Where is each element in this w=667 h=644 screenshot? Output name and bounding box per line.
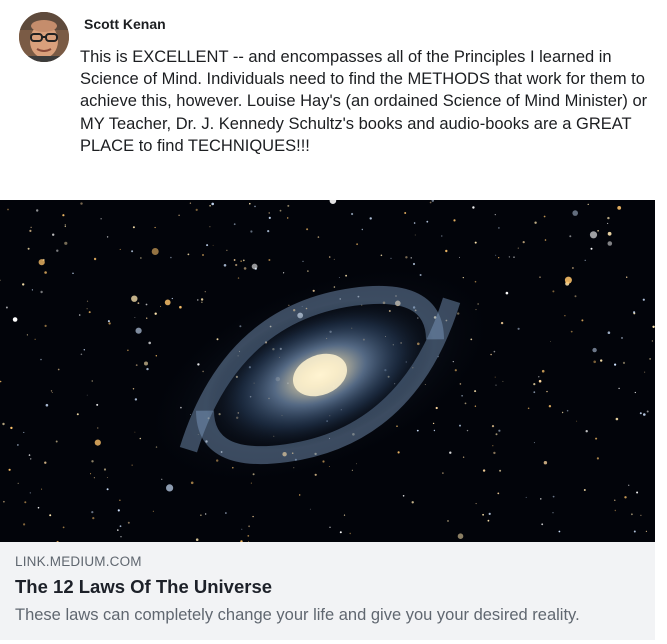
link-preview-image[interactable] [0, 200, 655, 542]
comment-text: This is EXCELLENT -- and encompasses all… [80, 48, 648, 155]
link-preview-meta: LINK.MEDIUM.COM The 12 Laws Of The Unive… [0, 542, 655, 640]
avatar[interactable] [19, 12, 69, 62]
link-title[interactable]: The 12 Laws Of The Universe [15, 576, 272, 598]
galaxy-image [0, 200, 655, 542]
link-domain: LINK.MEDIUM.COM [15, 554, 142, 569]
link-description: These laws can completely change your li… [15, 606, 580, 624]
comment-post: Scott Kenan This is EXCELLENT -- and enc… [0, 0, 667, 644]
comment-author[interactable]: Scott Kenan [84, 16, 166, 32]
avatar-image [19, 12, 69, 62]
link-preview-card[interactable]: LINK.MEDIUM.COM The 12 Laws Of The Unive… [0, 200, 655, 640]
